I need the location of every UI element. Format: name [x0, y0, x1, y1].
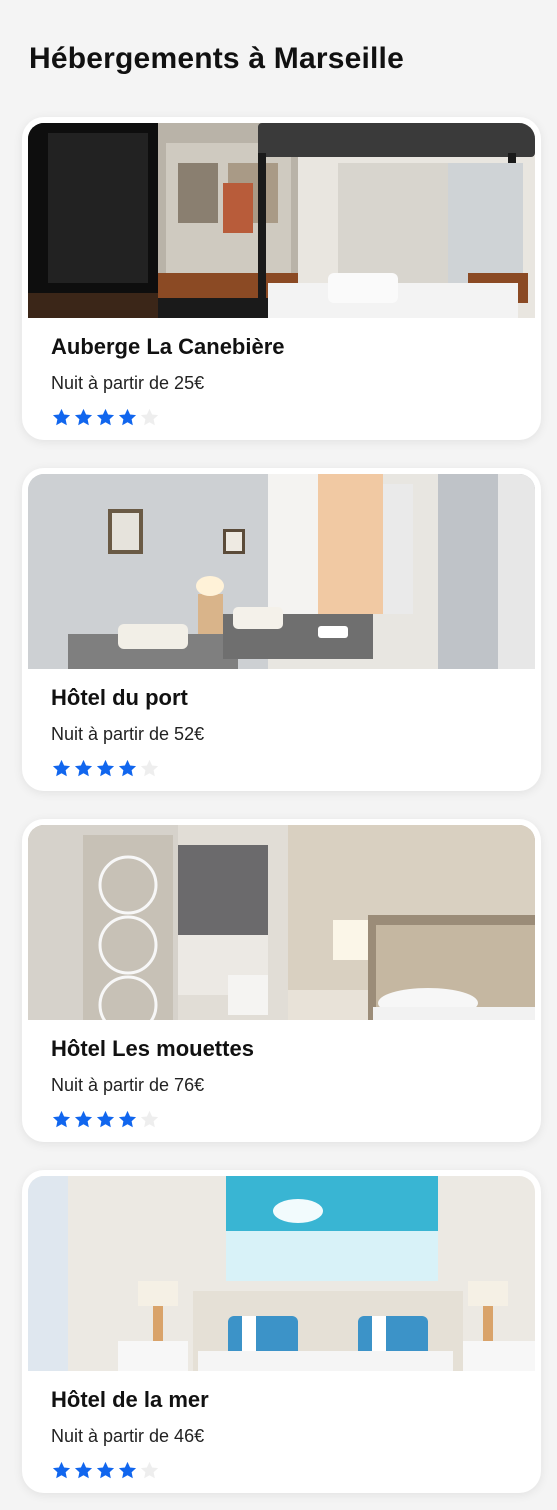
listing-name[interactable]: Auberge La Canebière	[51, 334, 285, 360]
star-empty-icon	[139, 1109, 160, 1130]
listing-photo-seaside-bedroom[interactable]	[28, 1176, 535, 1371]
listing-name[interactable]: Hôtel du port	[51, 685, 188, 711]
star-filled-icon	[95, 1460, 116, 1481]
star-filled-icon	[51, 758, 72, 779]
star-filled-icon	[95, 407, 116, 428]
star-empty-icon	[139, 407, 160, 428]
listing-name[interactable]: Hôtel de la mer	[51, 1387, 209, 1413]
star-filled-icon	[73, 407, 94, 428]
rating-stars	[51, 1109, 160, 1131]
star-filled-icon	[95, 758, 116, 779]
listing-card[interactable]: Hôtel de la mer Nuit à partir de 46€	[22, 1170, 541, 1493]
listing-card[interactable]: Hôtel Les mouettes Nuit à partir de 76€	[22, 819, 541, 1142]
page-title: Hébergements à Marseille	[29, 42, 404, 75]
star-filled-icon	[51, 1460, 72, 1481]
listing-price: Nuit à partir de 52€	[51, 724, 205, 744]
star-filled-icon	[117, 758, 138, 779]
rating-stars	[51, 407, 160, 429]
star-filled-icon	[73, 1109, 94, 1130]
listing-photo-hotel-room[interactable]	[28, 825, 535, 1020]
page: Hébergements à Marseille Auberge La Cane…	[0, 0, 557, 1510]
listing-name[interactable]: Hôtel Les mouettes	[51, 1036, 254, 1062]
rating-stars	[51, 758, 160, 780]
star-filled-icon	[117, 1460, 138, 1481]
listing-price: Nuit à partir de 25€	[51, 373, 205, 393]
star-filled-icon	[73, 1460, 94, 1481]
rating-stars	[51, 1460, 160, 1482]
listing-photo-twin-bedroom[interactable]	[28, 474, 535, 669]
listing-card[interactable]: Auberge La Canebière Nuit à partir de 25…	[22, 117, 541, 440]
listing-photo-dormitory[interactable]	[28, 123, 535, 318]
star-filled-icon	[51, 407, 72, 428]
star-filled-icon	[117, 1109, 138, 1130]
listing-price: Nuit à partir de 46€	[51, 1426, 205, 1446]
star-filled-icon	[51, 1109, 72, 1130]
star-filled-icon	[73, 758, 94, 779]
star-empty-icon	[139, 1460, 160, 1481]
star-filled-icon	[95, 1109, 116, 1130]
listing-card[interactable]: Hôtel du port Nuit à partir de 52€	[22, 468, 541, 791]
listing-price: Nuit à partir de 76€	[51, 1075, 205, 1095]
star-empty-icon	[139, 758, 160, 779]
star-filled-icon	[117, 407, 138, 428]
